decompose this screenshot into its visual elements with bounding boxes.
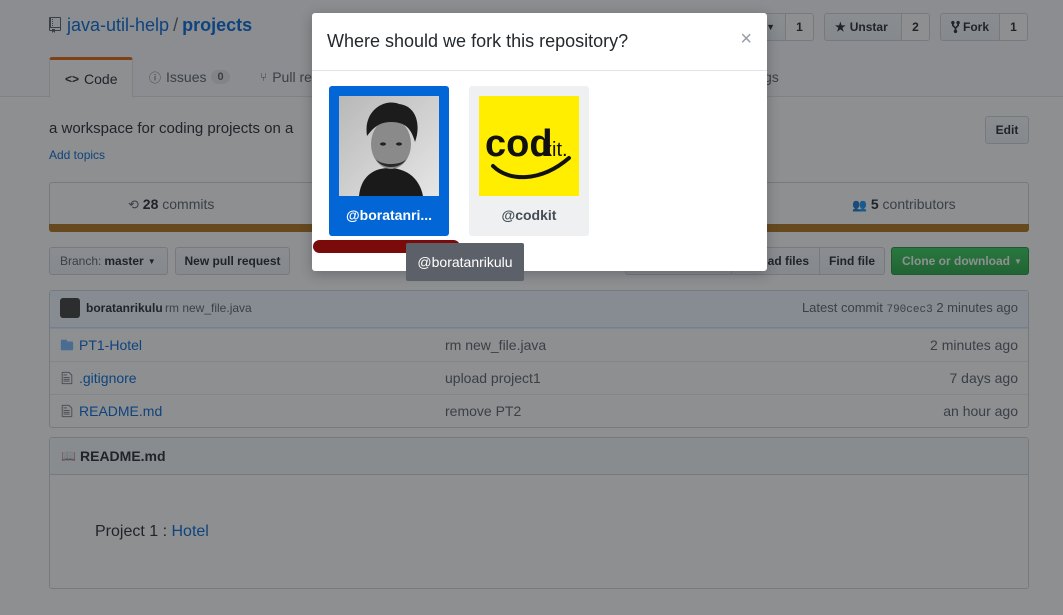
tooltip: @boratanrikulu <box>406 243 524 281</box>
avatar <box>339 96 439 196</box>
fork-target-codkit[interactable]: cod kit. @codkit <box>469 86 589 236</box>
fork-dialog-header: Where should we fork this repository? × <box>312 13 767 71</box>
close-icon[interactable]: × <box>740 29 752 49</box>
fork-dialog-title: Where should we fork this repository? <box>327 31 629 51</box>
codkit-logo: cod kit. <box>479 96 579 196</box>
account-label: @boratanri... <box>346 207 432 223</box>
fork-dialog: Where should we fork this repository? × … <box>312 13 767 271</box>
account-label: @codkit <box>501 207 557 223</box>
fork-target-boratanrikulu[interactable]: @boratanri... <box>329 86 449 236</box>
logo-text-kit: kit. <box>542 139 568 161</box>
